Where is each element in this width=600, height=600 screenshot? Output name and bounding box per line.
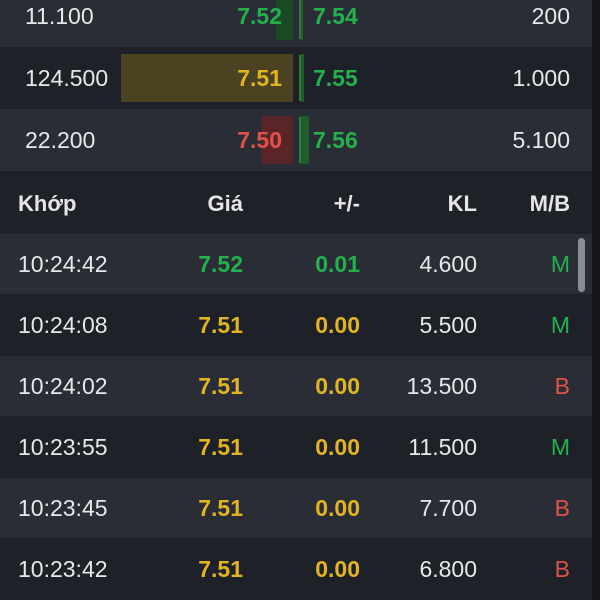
ask-volume: 200 [531,3,570,29]
trade-side: M [550,251,570,277]
bid-volume: 22.200 [25,127,96,153]
trade-row[interactable]: 10:24:42 7.52 0.01 4.600 M [0,234,592,294]
trade-row[interactable]: 10:24:02 7.51 0.00 13.500 B [0,356,592,416]
bid-price: 7.51 [237,65,282,91]
ask-volume: 1.000 [512,65,570,91]
trade-time: 10:24:02 [18,373,108,399]
header-side: M/B [529,191,570,216]
trade-price: 7.51 [198,434,243,460]
trade-volume: 5.500 [419,312,477,338]
trade-volume: 7.700 [419,495,477,521]
ask-price: 7.56 [313,127,358,153]
ask-volume-bar [301,54,304,102]
panel-edge [592,0,600,600]
order-book-row[interactable]: 11.100 7.52 7.54 200 [0,0,592,47]
trade-row[interactable]: 10:24:08 7.51 0.00 5.500 M [0,295,592,355]
header-change: +/- [333,191,360,216]
ask-price: 7.54 [313,3,358,29]
bid-price: 7.50 [237,127,282,153]
bid-volume: 11.100 [25,3,94,29]
trade-volume: 4.600 [419,251,477,277]
trade-volume: 6.800 [419,556,477,582]
trade-change: 0.00 [315,373,360,399]
trade-row[interactable]: 10:23:55 7.51 0.00 11.500 M [0,417,592,477]
trade-time: 10:23:45 [18,495,108,521]
trade-price: 7.51 [198,556,243,582]
trade-volume: 11.500 [408,434,477,460]
header-time: Khớp [18,191,77,216]
header-price: Giá [207,191,243,216]
header-volume: KL [447,191,477,216]
trade-volume: 13.500 [406,373,477,399]
trades-header: Khớp Giá +/- KL M/B [0,174,592,234]
order-book-row[interactable]: 124.500 7.51 7.55 1.000 [0,47,592,109]
trade-row[interactable]: 10:23:42 7.51 0.00 6.800 B [0,539,592,599]
trade-side: B [554,495,570,521]
trade-time: 10:23:55 [18,434,108,460]
trade-row[interactable]: 10:23:45 7.51 0.00 7.700 B [0,478,592,538]
trade-change: 0.00 [315,556,360,582]
ask-price: 7.55 [313,65,358,91]
scrollbar-thumb[interactable] [578,238,585,292]
trade-time: 10:24:08 [18,312,108,338]
trade-price: 7.51 [198,312,243,338]
bid-price: 7.52 [237,3,282,29]
trade-time: 10:23:42 [18,556,108,582]
trade-side: B [554,556,570,582]
trade-change: 0.00 [315,495,360,521]
trade-change: 0.00 [315,312,360,338]
trade-side: B [554,373,570,399]
trade-side: M [550,312,570,338]
ask-volume-bar [301,0,303,40]
order-book-row[interactable]: 22.200 7.50 7.56 5.100 [0,109,592,171]
trade-change: 0.00 [315,434,360,460]
bid-volume: 124.500 [25,65,109,91]
trade-time: 10:24:42 [18,251,108,277]
ask-volume: 5.100 [512,127,570,153]
trade-price: 7.51 [198,373,243,399]
trade-change: 0.01 [315,251,360,277]
trade-side: M [550,434,570,460]
ask-volume-bar [301,116,309,164]
trade-price: 7.52 [198,251,243,277]
trade-price: 7.51 [198,495,243,521]
